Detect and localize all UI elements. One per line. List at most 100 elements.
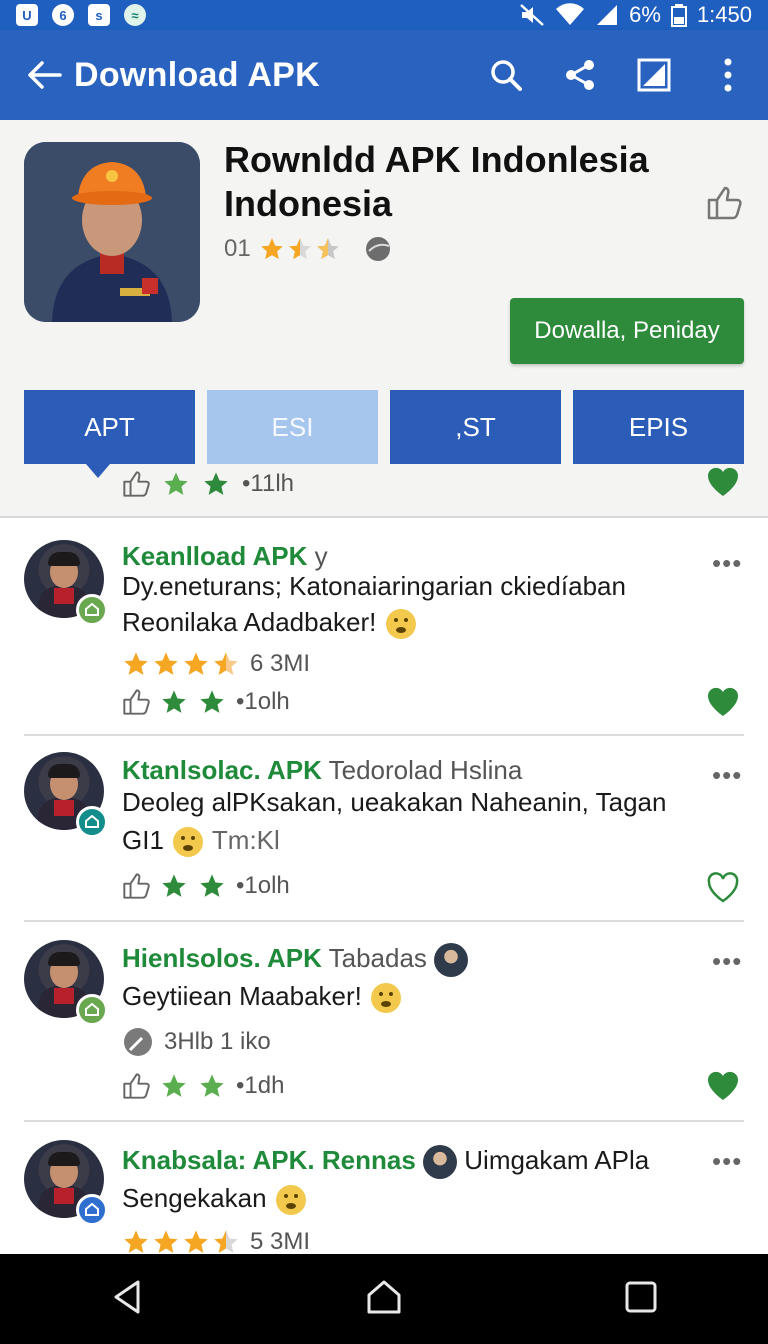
mini-avatar xyxy=(423,1145,458,1180)
battery-icon xyxy=(670,4,687,27)
post-author: Hienlsolos. APK xyxy=(122,943,322,973)
rating-count: 6 3MI xyxy=(250,650,311,677)
half-star-icon xyxy=(316,238,339,260)
search-icon[interactable] xyxy=(488,57,524,93)
app-name: Rownldd APK Indonlesia Indonesia xyxy=(224,139,649,224)
emoji-icon xyxy=(173,827,204,858)
emoji-icon xyxy=(385,609,416,640)
rating-row: 6 3MI xyxy=(122,650,310,678)
tab-epis[interactable]: EPIS xyxy=(573,390,744,464)
post-text-line: Dy.eneturans; Katonaiaringarian ckiedíab… xyxy=(122,571,626,601)
download-button[interactable]: Dowalla, Peniday xyxy=(510,298,744,364)
clock: 1:450 xyxy=(696,2,752,27)
feed-post[interactable]: Hienlsolos. APK Tabadas ••• Geytiiean Ma… xyxy=(24,924,744,1122)
more-options-icon[interactable]: ••• xyxy=(712,760,742,791)
emoji-icon xyxy=(275,1185,306,1216)
green-star-icon xyxy=(162,1074,186,1097)
tab-label: APT xyxy=(84,411,135,442)
feed-post[interactable]: Ktanlsolac. APK Tedorolad Hslina ••• Deo… xyxy=(24,738,744,922)
post-author: Keanlload APK xyxy=(122,541,308,571)
app-icon-s: s xyxy=(88,4,110,26)
system-nav-bar xyxy=(0,1254,768,1344)
star-icon xyxy=(184,652,208,675)
green-star-icon xyxy=(200,874,224,897)
time-ago: •1olh xyxy=(236,872,290,899)
more-options-icon[interactable]: ••• xyxy=(712,946,742,977)
star-icon xyxy=(124,652,148,675)
badge-icon xyxy=(76,806,108,838)
compass-icon xyxy=(124,1028,152,1056)
app-bar: Download APK xyxy=(0,30,768,120)
rating-count: 5 3MI xyxy=(250,1228,311,1254)
star-icon xyxy=(184,1230,208,1253)
tab-label: EPIS xyxy=(628,411,689,442)
post-title[interactable]: Knabsala: APK. Rennas Uimgakam APla xyxy=(122,1144,649,1180)
rating-stars xyxy=(259,236,341,262)
rating-row: 5 3MI xyxy=(122,1228,310,1254)
post-text: Reonilaka Adadbaker! xyxy=(122,607,377,637)
battery-percent: 6% xyxy=(629,2,661,27)
thumbs-up-icon[interactable] xyxy=(122,1072,150,1100)
thumbs-up-icon[interactable] xyxy=(122,872,150,900)
time-ago: •11lh xyxy=(242,470,294,497)
info-row: 3Hlb 1 iko xyxy=(122,1026,271,1058)
post-text: Geytiiean Maabaker! xyxy=(122,981,362,1011)
feed-post[interactable]: Keanlload APK y ••• Dy.eneturans; Katona… xyxy=(24,520,744,736)
post-title-rest: Tabadas xyxy=(328,943,427,973)
half-star-icon xyxy=(214,652,238,675)
signal-icon xyxy=(597,5,618,25)
recents-icon[interactable] xyxy=(624,1280,658,1319)
feed-post[interactable]: Knabsala: APK. Rennas Uimgakam APla ••• … xyxy=(24,1124,744,1254)
share-icon[interactable] xyxy=(562,57,598,93)
post-title[interactable]: Hienlsolos. APK Tabadas xyxy=(122,942,469,978)
tab-bar: APT ESI ,ST EPIS xyxy=(24,390,744,478)
star-icon xyxy=(154,652,178,675)
info-text: 3Hlb 1 iko xyxy=(164,1028,271,1055)
more-options-icon[interactable]: ••• xyxy=(712,1146,742,1177)
post-text-line-2: GI1 Tm:Kl xyxy=(122,822,280,859)
mute-icon xyxy=(520,4,544,26)
heart-icon[interactable] xyxy=(706,1070,740,1107)
post-text: GI1 xyxy=(122,825,164,855)
post-meta-row: •1olh xyxy=(122,872,290,900)
heart-icon[interactable] xyxy=(706,686,740,723)
home-icon[interactable] xyxy=(365,1279,403,1320)
emoji-icon xyxy=(371,983,402,1014)
tab-esi[interactable]: ESI xyxy=(207,390,378,464)
back-arrow-icon[interactable] xyxy=(26,57,62,93)
half-star-icon xyxy=(288,238,311,260)
tab-apt[interactable]: APT xyxy=(24,390,195,478)
post-text-line: Deoleg alPKsakan, ueakakan Naheanin, Tag… xyxy=(122,787,667,817)
post-title[interactable]: Ktanlsolac. APK Tedorolad Hslina xyxy=(122,754,522,786)
edit-icon[interactable] xyxy=(636,57,672,93)
app-icon-g: ≈ xyxy=(124,4,146,26)
green-star-icon xyxy=(162,874,186,897)
post-title-rest: y xyxy=(314,541,328,571)
post-meta-row: •1olh xyxy=(122,688,290,716)
post-text: Sengekakan xyxy=(122,1183,267,1213)
thumbs-up-icon[interactable] xyxy=(122,688,150,716)
thumbs-up-icon[interactable] xyxy=(122,470,150,498)
tab-label: ,ST xyxy=(455,411,496,442)
rating-stars xyxy=(122,650,240,678)
header-meta-row: •11lh xyxy=(122,470,294,498)
tab-st[interactable]: ,ST xyxy=(390,390,561,464)
active-tab-pointer xyxy=(86,464,110,478)
green-star-icon xyxy=(200,690,224,713)
post-text-muted: Tm:Kl xyxy=(211,825,280,855)
badge-icon xyxy=(76,1194,108,1226)
globe-icon xyxy=(365,237,390,261)
more-vert-icon[interactable] xyxy=(710,57,746,93)
back-icon[interactable] xyxy=(110,1279,144,1320)
post-text-line-2: Reonilaka Adadbaker! xyxy=(122,604,418,641)
heart-icon[interactable] xyxy=(706,466,740,503)
bookmark-icon[interactable] xyxy=(706,186,742,225)
tab-label: ESI xyxy=(271,411,314,442)
half-star-icon xyxy=(214,1230,238,1253)
post-text-line: Geytiiean Maabaker! xyxy=(122,978,403,1015)
star-icon xyxy=(260,238,283,260)
more-options-icon[interactable]: ••• xyxy=(712,548,742,579)
app-icon-6: 6 xyxy=(52,4,74,26)
green-star-icon xyxy=(164,472,188,495)
heart-outline-icon[interactable] xyxy=(706,872,740,909)
